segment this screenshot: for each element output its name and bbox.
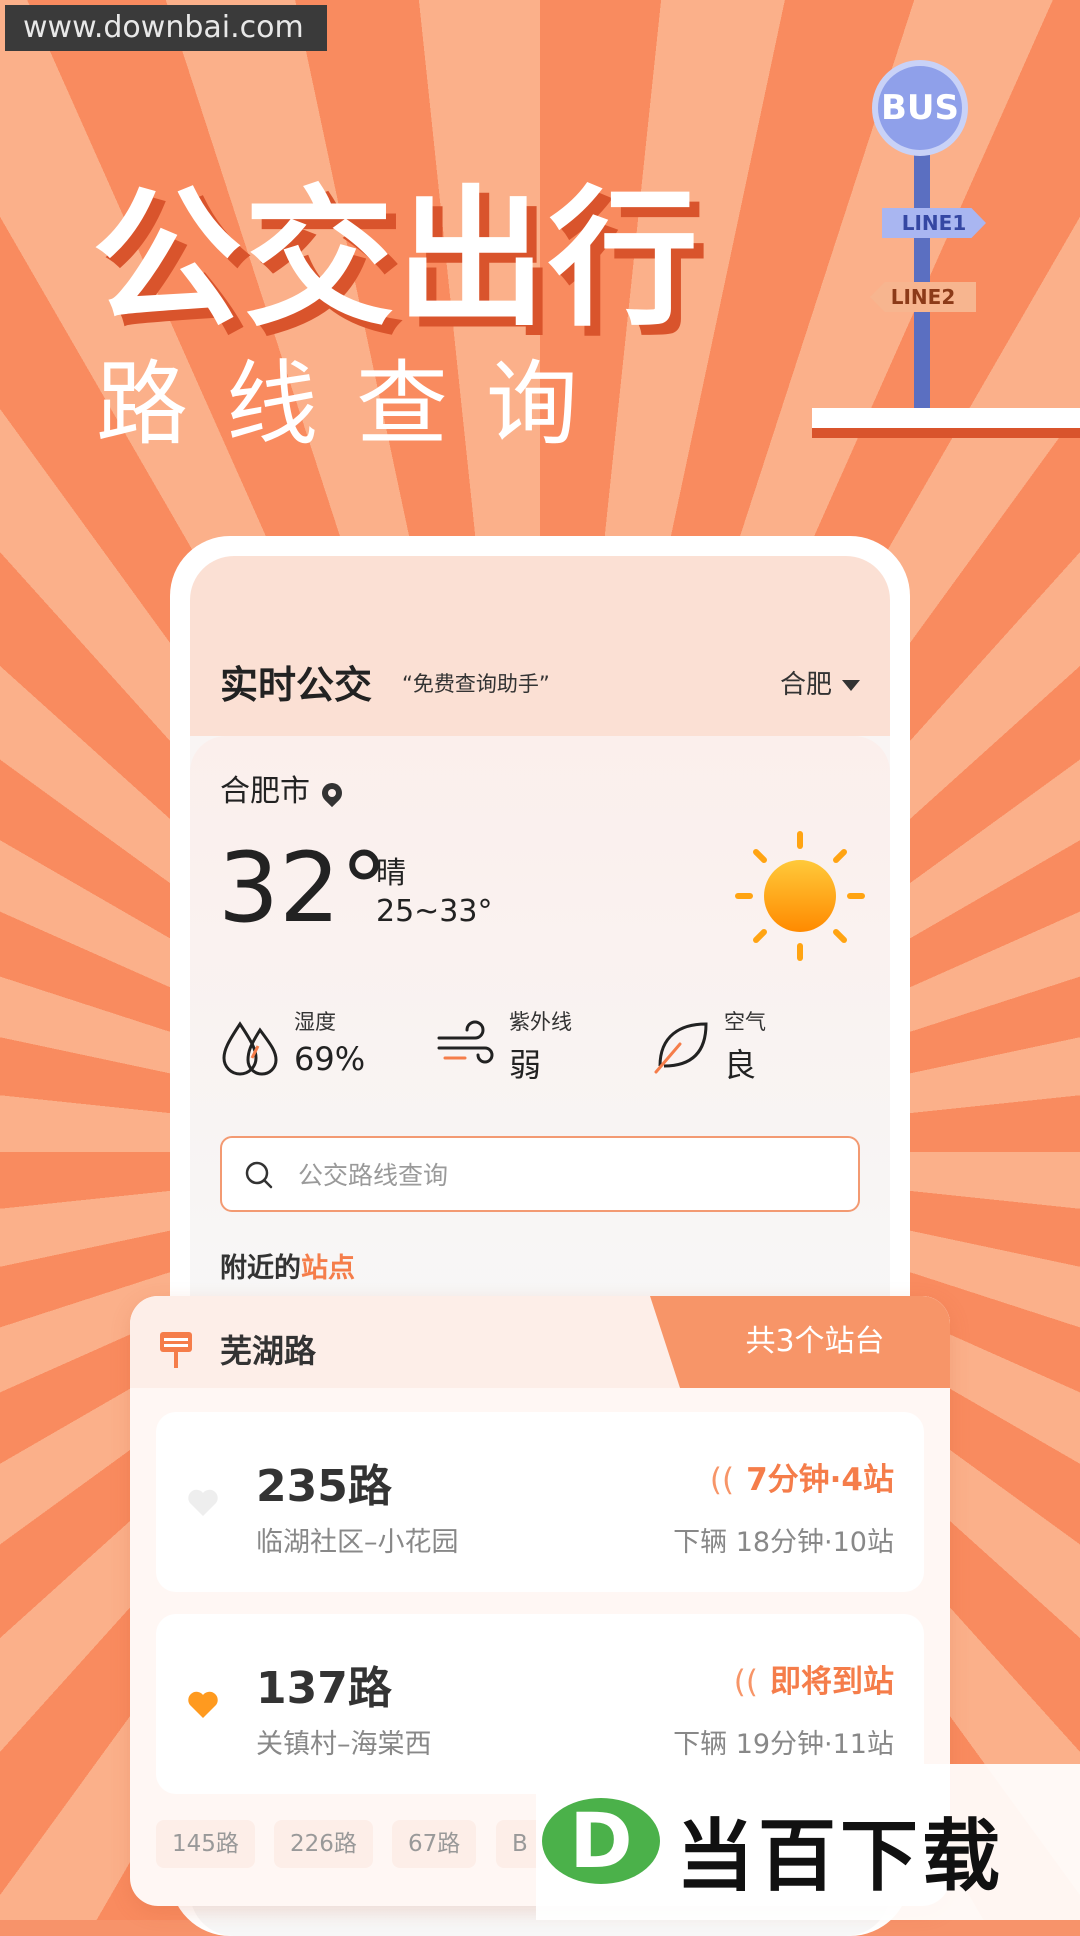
city-label: 合肥	[779, 670, 832, 700]
app-header: 实时公交 “免费查询助手” 合肥	[220, 654, 860, 714]
signal-icon: ((	[709, 1462, 735, 1498]
temp-range: 25~33°	[376, 894, 493, 929]
stat-label: 湿度	[294, 1010, 336, 1034]
nearby-heading: 附近的站点	[220, 1246, 355, 1285]
route-search[interactable]	[220, 1136, 860, 1212]
route-number: 137路	[256, 1663, 392, 1714]
stat-value: 弱	[509, 1046, 542, 1084]
route-eta-text: 即将到站	[770, 1664, 894, 1700]
nearby-prefix: 附近的	[220, 1253, 301, 1284]
location-pin-icon	[317, 778, 347, 807]
stat-label: 空气	[724, 1010, 766, 1034]
route-item[interactable]: 235路 临湖社区–小花园 (( 7分钟·4站 下辆 18分钟·10站	[156, 1412, 924, 1592]
city-select[interactable]: 合肥	[780, 664, 860, 701]
brand-logo-icon: D	[542, 1798, 660, 1884]
line1-sign: LINE1	[882, 208, 986, 238]
stat-value: 69%	[294, 1040, 366, 1078]
leaf-icon	[654, 1022, 708, 1074]
wind-icon	[437, 1020, 494, 1064]
search-input[interactable]	[296, 1152, 840, 1198]
route-number: 235路	[256, 1461, 392, 1512]
route-next: 下辆 18分钟·10站	[673, 1527, 894, 1558]
bus-sign-icon: BUS	[872, 60, 968, 156]
heart-outline-icon[interactable]	[186, 1488, 220, 1518]
route-next: 下辆 19分钟·11站	[673, 1729, 894, 1760]
app-title: 实时公交	[220, 663, 373, 707]
location-label: 合肥市	[220, 774, 310, 809]
humidity-icon	[222, 1021, 278, 1076]
route-eta-text: 7分钟·4站	[746, 1462, 894, 1498]
route-chip[interactable]: 67路	[392, 1820, 477, 1868]
nearby-highlight: 站点	[301, 1253, 355, 1284]
site-watermark: www.downbai.com	[5, 5, 327, 51]
route-path: 临湖社区–小花园	[256, 1527, 459, 1558]
hero-title: 公交出行	[92, 173, 701, 347]
caret-down-icon	[842, 680, 860, 691]
route-chip[interactable]: 226路	[274, 1820, 373, 1868]
sign-shelf	[812, 408, 1080, 438]
platform-count-tab[interactable]: 共3个站台	[650, 1296, 950, 1388]
brand-watermark: D 当百下载	[536, 1764, 1080, 1920]
sun-icon	[735, 831, 865, 961]
weather-desc: 晴	[376, 856, 406, 891]
heart-filled-icon[interactable]	[186, 1690, 220, 1720]
stat-value: 良	[724, 1046, 757, 1084]
route-chip[interactable]: 145路	[156, 1820, 255, 1868]
signal-icon: ((	[733, 1664, 758, 1700]
bus-sign-pole	[914, 150, 930, 410]
route-eta: (( 即将到站	[734, 1656, 894, 1701]
line2-sign: LINE2	[870, 282, 976, 312]
route-path: 关镇村–海棠西	[256, 1729, 432, 1760]
search-icon	[245, 1161, 273, 1189]
brand-name: 当百下载	[676, 1812, 1005, 1902]
stat-label: 紫外线	[509, 1010, 572, 1034]
bus-stop-icon	[160, 1332, 192, 1368]
app-slogan: “免费查询助手”	[402, 672, 550, 696]
route-eta: (( 7分钟·4站	[710, 1454, 894, 1499]
location[interactable]: 合肥市	[220, 766, 347, 810]
hero-subtitle: 路线查询	[96, 351, 617, 458]
station-name: 芜湖路	[220, 1332, 317, 1370]
temperature: 32°	[218, 832, 389, 944]
